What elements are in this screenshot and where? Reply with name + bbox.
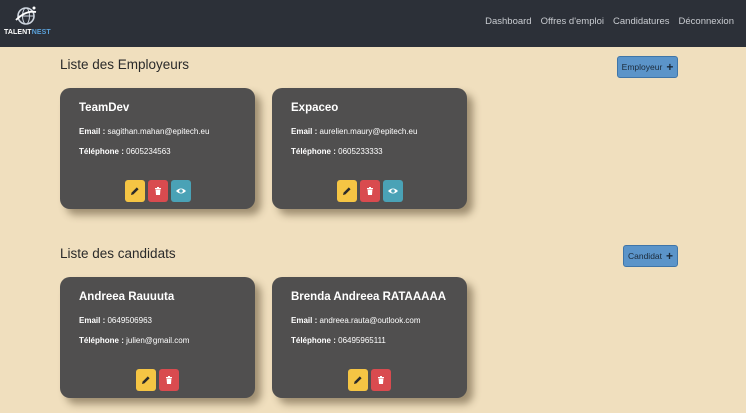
candidate-phone: Téléphone : 06495965111: [291, 336, 386, 345]
card-actions: [272, 369, 467, 391]
nav-links: Dashboard Offres d'emploi Candidatures D…: [485, 16, 734, 27]
delete-button[interactable]: [359, 180, 380, 202]
edit-button[interactable]: [124, 180, 145, 202]
employer-email: Email : sagithan.mahan@epitech.eu: [79, 127, 210, 136]
plus-icon: +: [666, 249, 674, 263]
edit-button[interactable]: [136, 369, 156, 391]
nav-applications[interactable]: Candidatures: [613, 16, 670, 27]
employer-name: Expaceo: [291, 102, 339, 114]
add-employer-label: Employeur: [621, 62, 663, 72]
plus-icon: +: [666, 60, 674, 74]
edit-button[interactable]: [336, 180, 357, 202]
globe-logo-icon: [15, 6, 37, 25]
card-actions: [60, 369, 255, 391]
employer-phone: Téléphone : 0605234563: [79, 147, 171, 156]
navbar: TALENTNEST Dashboard Offres d'emploi Can…: [0, 0, 746, 47]
nav-job-offers[interactable]: Offres d'emploi: [541, 16, 604, 27]
pencil-icon: [354, 376, 362, 384]
employers-title: Liste des Employeurs: [60, 57, 190, 72]
add-candidate-label: Candidat: [627, 251, 663, 261]
pencil-icon: [130, 187, 139, 195]
candidate-name: Andreea Rauuuta: [79, 291, 175, 303]
employer-phone: Téléphone : 0605233333: [291, 147, 383, 156]
brand-logo[interactable]: TALENTNEST: [4, 4, 51, 42]
view-button[interactable]: [170, 180, 191, 202]
pencil-icon: [142, 376, 150, 384]
add-candidate-button[interactable]: Candidat +: [623, 245, 678, 267]
card-actions: [60, 180, 255, 202]
nav-dashboard[interactable]: Dashboard: [485, 16, 531, 27]
candidate-phone: Téléphone : julien@gmail.com: [79, 336, 190, 345]
employer-card: Expaceo Email : aurelien.maury@epitech.e…: [272, 88, 467, 209]
candidate-email: Email : andreea.rauta@outlook.com: [291, 316, 421, 325]
pencil-icon: [342, 187, 351, 195]
brand-name: TALENTNEST: [4, 29, 51, 36]
trash-icon: [366, 187, 373, 195]
employer-card: TeamDev Email : sagithan.mahan@epitech.e…: [60, 88, 255, 209]
candidate-name: Brenda Andreea RATAAAAA: [291, 291, 447, 303]
eye-icon: [387, 188, 398, 194]
candidate-email: Email : 0649506963: [79, 316, 152, 325]
employer-email: Email : aurelien.maury@epitech.eu: [291, 127, 418, 136]
candidates-title: Liste des candidats: [60, 246, 176, 261]
eye-icon: [175, 188, 186, 194]
trash-icon: [166, 376, 172, 384]
delete-button[interactable]: [371, 369, 391, 391]
add-employer-button[interactable]: Employeur +: [617, 56, 678, 78]
view-button[interactable]: [382, 180, 403, 202]
edit-button[interactable]: [348, 369, 368, 391]
employer-name: TeamDev: [79, 102, 130, 114]
delete-button[interactable]: [147, 180, 168, 202]
card-actions: [272, 180, 467, 202]
trash-icon: [378, 376, 384, 384]
candidate-card: Andreea Rauuuta Email : 0649506963 Télép…: [60, 277, 255, 398]
delete-button[interactable]: [159, 369, 179, 391]
trash-icon: [154, 187, 161, 195]
nav-logout[interactable]: Déconnexion: [679, 16, 734, 27]
candidate-card: Brenda Andreea RATAAAAA Email : andreea.…: [272, 277, 467, 398]
